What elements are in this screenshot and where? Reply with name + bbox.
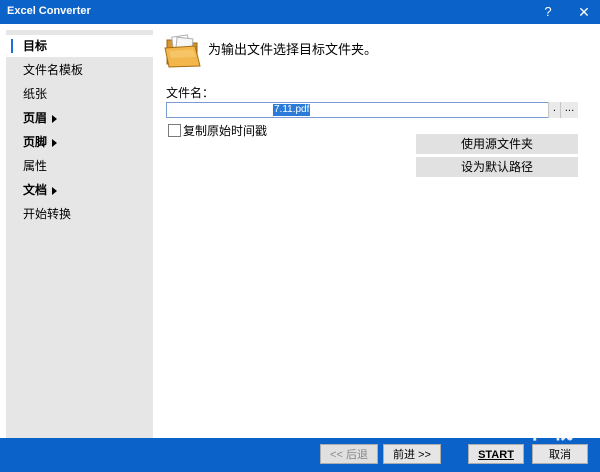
selection-indicator [11, 39, 13, 53]
sidebar: 目标 文件名模板 纸张 页眉 页脚 属性 文档 开始转换 [6, 30, 153, 438]
watermark: KK下载 [482, 415, 575, 444]
browse-button[interactable]: ... [560, 102, 578, 118]
set-default-path-button[interactable]: 设为默认路径 [416, 157, 578, 177]
sidebar-item-footer[interactable]: 页脚 [6, 131, 153, 153]
filename-value: 7.11.pdf [273, 104, 311, 116]
sidebar-item-document[interactable]: 文档 [6, 179, 153, 201]
sidebar-item-label: 属性 [23, 159, 48, 173]
help-button[interactable]: ? [530, 0, 566, 24]
back-button[interactable]: << 后退 [320, 444, 378, 464]
sidebar-item-target[interactable]: 目标 [6, 35, 153, 57]
insert-macro-button[interactable]: . [548, 102, 560, 118]
sidebar-item-paper[interactable]: 纸张 [6, 83, 153, 105]
app-window: Excel Converter ? ✕ 目标 文件名模板 纸张 页眉 页脚 属性… [0, 0, 600, 472]
cancel-button[interactable]: 取消 [532, 444, 588, 464]
use-source-folder-button[interactable]: 使用源文件夹 [416, 134, 578, 154]
start-button[interactable]: START [468, 444, 524, 464]
sidebar-item-label: 开始转换 [23, 207, 72, 221]
sidebar-item-label: 文件名模板 [23, 63, 84, 77]
sidebar-item-label: 文档 [23, 183, 48, 197]
title-bar: Excel Converter ? ✕ [0, 0, 600, 24]
keep-timestamp-label: 复制原始时间戳 [183, 124, 268, 138]
expand-arrow-icon [52, 139, 57, 147]
page-heading: 为输出文件选择目标文件夹。 [208, 43, 378, 58]
keep-timestamp-checkbox[interactable] [168, 124, 181, 137]
sidebar-item-header[interactable]: 页眉 [6, 107, 153, 129]
sidebar-item-label: 页眉 [23, 111, 48, 125]
sidebar-item-label: 页脚 [23, 135, 48, 149]
sidebar-item-start-conversion[interactable]: 开始转换 [6, 203, 153, 225]
sidebar-item-label: 目标 [23, 39, 48, 53]
window-title: Excel Converter [7, 5, 91, 17]
next-button[interactable]: 前进 >> [383, 444, 441, 464]
sidebar-item-properties[interactable]: 属性 [6, 155, 153, 177]
expand-arrow-icon [52, 187, 57, 195]
filename-label: 文件名： [166, 86, 215, 100]
folder-icon [164, 34, 201, 68]
close-button[interactable]: ✕ [566, 0, 600, 24]
filename-input[interactable]: 7.11.pdf [166, 102, 578, 118]
sidebar-item-filename-template[interactable]: 文件名模板 [6, 59, 153, 81]
sidebar-item-label: 纸张 [23, 87, 48, 101]
expand-arrow-icon [52, 115, 57, 123]
